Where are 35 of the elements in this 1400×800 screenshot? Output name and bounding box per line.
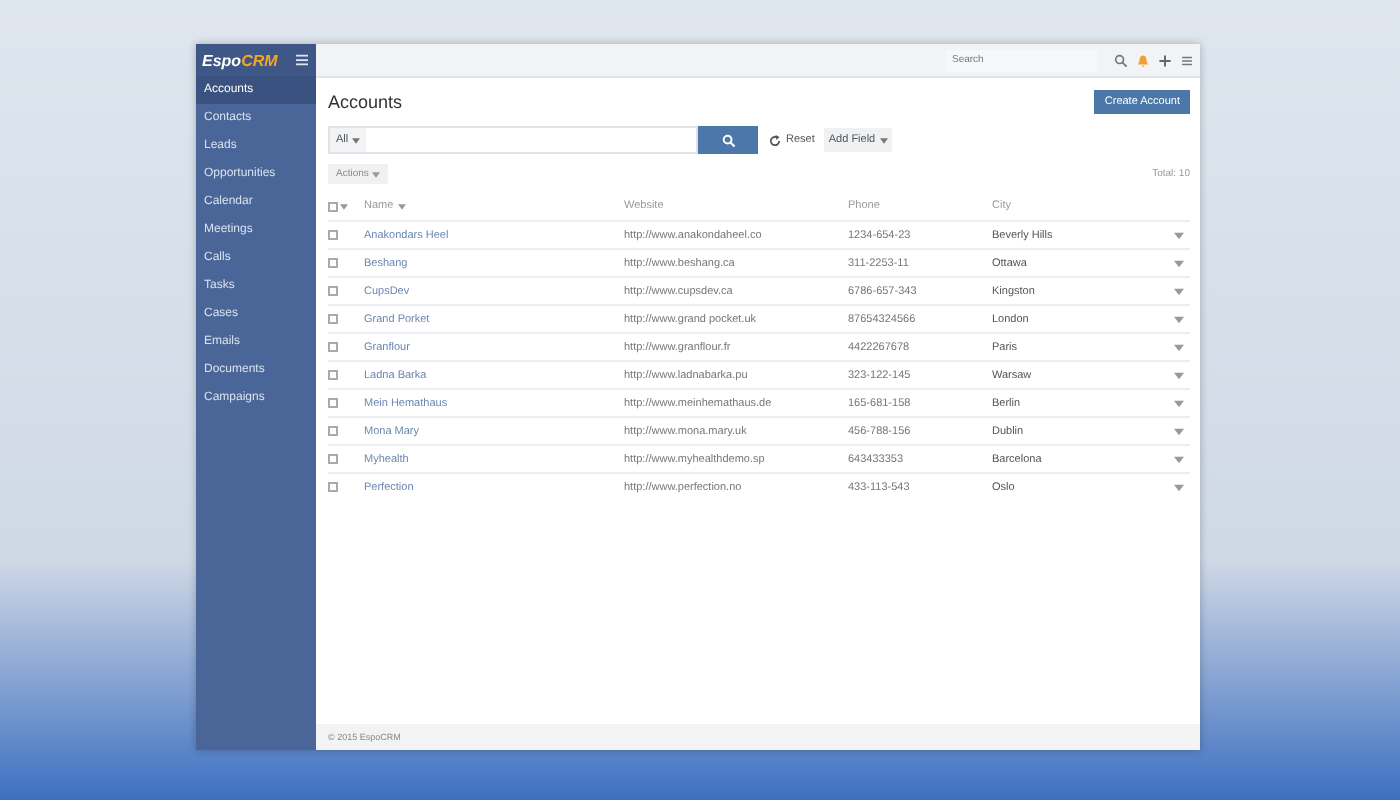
select-all-checkbox[interactable] [328,201,338,211]
logo: EspoCRM [202,51,278,69]
row-checkbox[interactable] [328,314,338,324]
caret-icon[interactable] [1174,315,1184,323]
caret-icon [372,171,381,177]
row-checkbox[interactable] [328,286,338,296]
caret-icon[interactable] [1174,455,1184,463]
search-button[interactable] [698,126,758,154]
menu-icon[interactable] [296,54,308,66]
search-icon [721,133,735,147]
plus-icon[interactable] [1158,53,1172,67]
caret-icon[interactable] [1174,259,1184,267]
row-checkbox[interactable] [328,230,338,240]
row-checkbox[interactable] [328,258,338,268]
caret-icon[interactable] [1174,427,1184,435]
caret-icon[interactable] [1174,287,1184,295]
caret-icon[interactable] [1174,371,1184,379]
row-checkbox[interactable] [328,342,338,352]
row-checkbox[interactable] [328,454,338,464]
menu-icon[interactable] [1180,53,1194,67]
caret-icon[interactable] [340,203,348,209]
bell-icon[interactable] [1136,53,1150,67]
caret-icon[interactable] [1174,399,1184,407]
caret-icon[interactable] [1174,483,1184,491]
caret-icon[interactable] [1174,343,1184,351]
caret-icon [879,137,888,143]
row-checkbox[interactable] [328,482,338,492]
search-icon[interactable] [1114,53,1128,67]
row-checkbox[interactable] [328,370,338,380]
refresh-icon [768,133,782,147]
sort-caret-icon [397,203,406,209]
caret-icon[interactable] [1174,231,1184,239]
row-checkbox[interactable] [328,426,338,436]
row-checkbox[interactable] [328,398,338,408]
page-title: Accounts [328,91,403,111]
